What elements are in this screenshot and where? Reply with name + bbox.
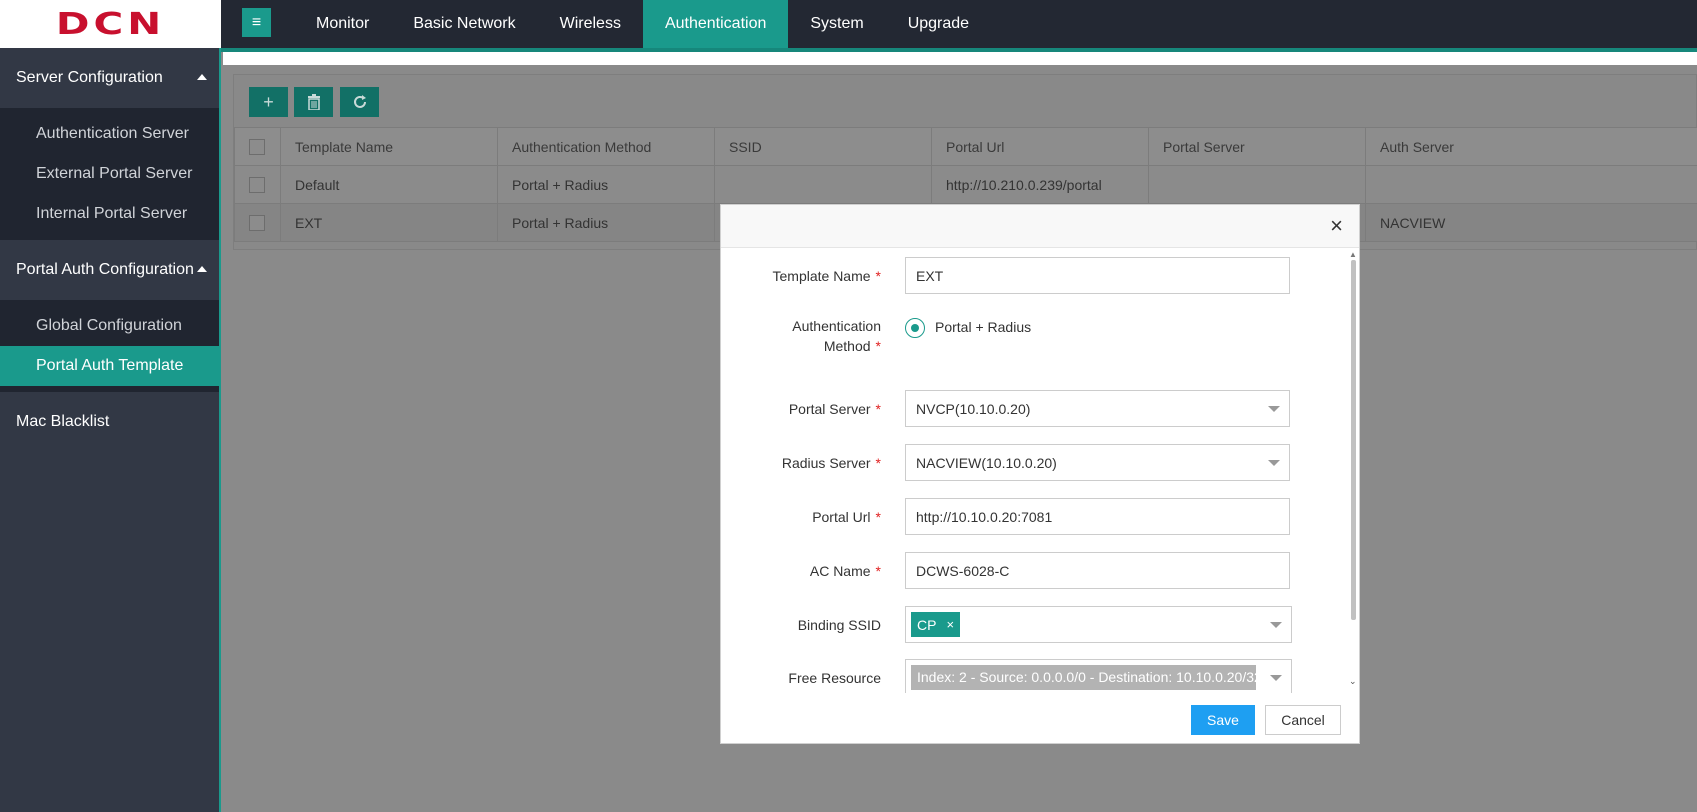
template-name-label: Template Name * xyxy=(772,268,882,284)
radius-server-label: Radius Server * xyxy=(781,455,881,471)
sidebar-group-mac-blacklist[interactable]: Mac Blacklist xyxy=(0,392,219,452)
sidebar: Server Configuration Authentication Serv… xyxy=(0,48,221,812)
row-checkbox[interactable] xyxy=(249,215,265,232)
column-header[interactable]: Portal Url xyxy=(931,127,1149,166)
free-resource-select[interactable]: Index: 2 - Source: 0.0.0.0/0 - Destinati… xyxy=(905,659,1292,693)
table-cell xyxy=(1365,165,1697,204)
template-name-input[interactable]: EXT xyxy=(905,257,1290,294)
ac-name-input[interactable]: DCWS-6028-C xyxy=(905,552,1290,589)
column-header[interactable]: SSID xyxy=(714,127,932,166)
column-header[interactable]: Portal Server xyxy=(1148,127,1366,166)
portal-url-row: Portal Url * http://10.10.0.20:7081 xyxy=(721,498,1341,535)
free-resource-row: Free Resource Index: 2 - Source: 0.0.0.0… xyxy=(721,659,1341,693)
chevron-down-icon xyxy=(1270,675,1282,681)
add-icon[interactable]: + xyxy=(249,87,288,117)
sidebar-group-label: Mac Blacklist xyxy=(16,413,110,430)
table-header-row: Template Name Authentication Method SSID… xyxy=(234,127,1697,166)
scroll-up-icon[interactable]: ▲ xyxy=(1349,250,1357,259)
sidebar-item-internal-portal-server[interactable]: Internal Portal Server xyxy=(0,194,219,234)
row-select-cell xyxy=(234,165,281,204)
binding-ssid-label: Binding SSID xyxy=(797,617,881,633)
dialog-footer: Save Cancel xyxy=(721,693,1361,745)
sidebar-submenu-portal: Global Configuration Portal Auth Templat… xyxy=(0,300,219,392)
table-cell: http://10.210.0.239/portal xyxy=(931,165,1149,204)
nav-authentication[interactable]: Authentication xyxy=(642,0,789,48)
nav-upgrade[interactable]: Upgrade xyxy=(886,0,991,48)
column-header[interactable]: Authentication Method xyxy=(497,127,715,166)
delete-icon[interactable] xyxy=(294,87,333,117)
top-bar: DCN ≡ Monitor Basic Network Wireless Aut… xyxy=(0,0,1697,48)
auth-method-option-label[interactable]: Portal + Radius xyxy=(935,319,1031,335)
sidebar-group-label: Portal Auth Configuration xyxy=(16,261,194,278)
nav-system[interactable]: System xyxy=(788,0,885,48)
table-cell xyxy=(714,165,932,204)
auth-method-radio[interactable] xyxy=(905,318,925,338)
caret-up-icon xyxy=(197,266,207,272)
sidebar-item-portal-auth-template[interactable]: Portal Auth Template xyxy=(0,346,219,386)
auth-method-row: Authentication Method * Portal + Radius xyxy=(721,316,1341,360)
ac-name-row: AC Name * DCWS-6028-C xyxy=(721,552,1341,589)
nav-monitor[interactable]: Monitor xyxy=(294,0,391,48)
chevron-down-icon xyxy=(1270,622,1282,628)
content-header-strip xyxy=(223,52,1697,65)
logo-text: DCN xyxy=(55,6,166,42)
nav-basic-network[interactable]: Basic Network xyxy=(391,0,537,48)
portal-url-input[interactable]: http://10.10.0.20:7081 xyxy=(905,498,1290,535)
table-cell: Portal + Radius xyxy=(497,203,715,242)
table-cell: NACVIEW xyxy=(1365,203,1697,242)
ac-name-label: AC Name * xyxy=(809,563,881,579)
sidebar-group-portal-auth-configuration[interactable]: Portal Auth Configuration xyxy=(0,240,219,300)
binding-ssid-select[interactable]: CP × xyxy=(905,606,1292,643)
nav-wireless[interactable]: Wireless xyxy=(538,0,643,48)
select-all-cell xyxy=(234,127,281,166)
sidebar-submenu-server: Authentication Server External Portal Se… xyxy=(0,108,219,240)
template-name-row: Template Name * EXT xyxy=(721,257,1341,294)
scroll-down-icon[interactable]: ⌄ xyxy=(1349,676,1357,687)
sidebar-item-authentication-server[interactable]: Authentication Server xyxy=(0,114,219,154)
scroll-thumb[interactable] xyxy=(1351,260,1356,620)
table-cell: Default xyxy=(280,165,498,204)
close-icon[interactable]: × xyxy=(1330,215,1343,237)
logo: DCN xyxy=(0,0,221,48)
hamburger-icon[interactable]: ≡ xyxy=(242,8,271,37)
row-select-cell xyxy=(234,203,281,242)
chevron-down-icon xyxy=(1268,406,1280,412)
select-all-checkbox[interactable] xyxy=(249,139,265,156)
binding-ssid-row: Binding SSID CP × xyxy=(721,606,1341,643)
remove-tag-icon[interactable]: × xyxy=(946,617,954,632)
table-row[interactable]: Default Portal + Radius http://10.210.0.… xyxy=(234,165,1697,204)
sidebar-item-global-configuration[interactable]: Global Configuration xyxy=(0,306,219,346)
main-nav: Monitor Basic Network Wireless Authentic… xyxy=(294,0,991,48)
auth-method-label: Authentication Method * xyxy=(792,318,881,354)
portal-server-label: Portal Server * xyxy=(788,401,881,417)
table-cell: Portal + Radius xyxy=(497,165,715,204)
table-cell xyxy=(1148,165,1366,204)
table-cell: EXT xyxy=(280,203,498,242)
save-button[interactable]: Save xyxy=(1191,705,1255,735)
radius-server-select[interactable]: NACVIEW(10.10.0.20) xyxy=(905,444,1290,481)
chevron-down-icon xyxy=(1268,460,1280,466)
caret-up-icon xyxy=(197,74,207,80)
sidebar-item-external-portal-server[interactable]: External Portal Server xyxy=(0,154,219,194)
refresh-icon[interactable] xyxy=(340,87,379,117)
sidebar-group-label: Server Configuration xyxy=(16,69,163,86)
free-resource-tag: Index: 2 - Source: 0.0.0.0/0 - Destinati… xyxy=(911,665,1256,690)
dialog-body: Template Name * EXT Authentication Method… xyxy=(721,248,1361,693)
row-checkbox[interactable] xyxy=(249,177,265,194)
cancel-button[interactable]: Cancel xyxy=(1265,705,1341,735)
free-resource-label: Free Resource xyxy=(788,670,881,686)
edit-template-dialog: × Template Name * EXT Authentication Meth… xyxy=(720,204,1360,744)
radius-server-row: Radius Server * NACVIEW(10.10.0.20) xyxy=(721,444,1341,481)
portal-server-select[interactable]: NVCP(10.10.0.20) xyxy=(905,390,1290,427)
ssid-tag: CP × xyxy=(911,612,961,637)
portal-url-label: Portal Url * xyxy=(812,509,881,525)
column-header[interactable]: Template Name xyxy=(280,127,498,166)
column-header[interactable]: Auth Server xyxy=(1365,127,1697,166)
sidebar-group-server-configuration[interactable]: Server Configuration xyxy=(0,48,219,108)
portal-server-row: Portal Server * NVCP(10.10.0.20) xyxy=(721,390,1341,427)
dialog-header: × xyxy=(721,205,1359,248)
dialog-scrollbar[interactable]: ▲ ⌄ xyxy=(1349,248,1357,693)
